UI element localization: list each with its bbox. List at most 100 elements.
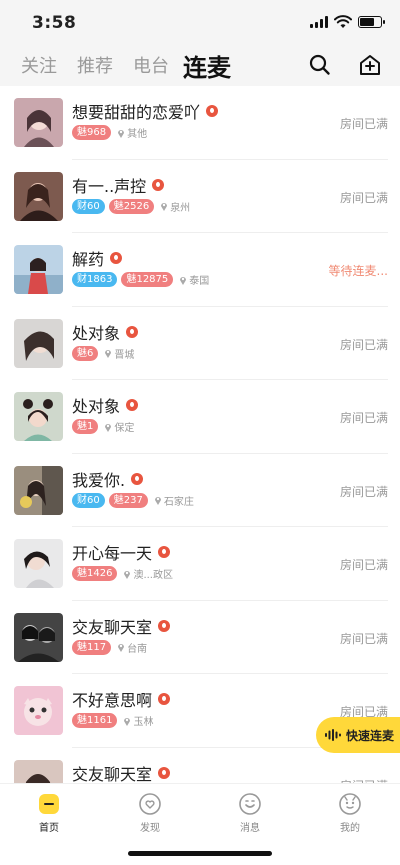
bottom-tab-messages[interactable]: 消息 <box>220 792 280 834</box>
room-name: 交友聊天室 <box>72 761 171 785</box>
location: 泰国 <box>179 272 209 287</box>
room-tags: 魅6 晋城 <box>72 345 134 361</box>
wealth-tag: 财60 <box>72 198 105 214</box>
room-tags: 财60 魅237 石家庄 <box>72 492 194 508</box>
location-pin-icon <box>154 497 161 505</box>
room-tags: 魅117 台南 <box>72 639 147 655</box>
charm-tag: 魅117 <box>72 639 112 655</box>
avatar <box>14 392 63 441</box>
battery-icon <box>358 16 385 28</box>
search-icon[interactable] <box>307 52 333 78</box>
location: 台南 <box>117 640 147 655</box>
charm-tag: 魅237 <box>108 492 148 508</box>
wealth-tag: 财1863 <box>72 272 118 287</box>
profile-icon <box>339 793 361 815</box>
room-status: 房间已满 <box>339 411 388 425</box>
room-status: 房间已满 <box>339 117 388 131</box>
bottom-tab-profile[interactable]: 我的 <box>320 792 380 834</box>
location-pin-icon <box>180 276 187 285</box>
message-icon <box>239 793 261 815</box>
signal-icon <box>310 16 328 28</box>
live-badge-icon <box>126 325 139 338</box>
room-list: 想要甜甜的恋爱吖 魅968 其他 房间已满 有一..声控 财60 魅2526 泉… <box>0 86 400 821</box>
live-badge-icon <box>158 546 171 558</box>
avatar <box>14 612 63 662</box>
room-tags: 魅1426 澳...政区 <box>72 566 173 581</box>
avatar <box>14 245 63 294</box>
charm-tag: 魅2526 <box>108 198 155 214</box>
live-badge-icon <box>158 693 171 705</box>
room-status: 等待连麦... <box>328 264 388 278</box>
live-badge-icon <box>110 252 123 264</box>
location: 石家庄 <box>154 493 194 508</box>
location: 晋城 <box>104 346 134 361</box>
avatar <box>14 539 63 588</box>
avatar <box>14 686 63 735</box>
live-badge-icon <box>152 178 165 191</box>
avatar <box>14 98 63 147</box>
room-row[interactable]: 想要甜甜的恋爱吖 魅968 其他 房间已满 <box>0 86 400 160</box>
top-nav: 关注 推荐 电台 连麦 <box>0 44 400 86</box>
room-tags: 魅1 保定 <box>72 419 134 434</box>
room-row[interactable]: 有一..声控 财60 魅2526 泉州 房间已满 <box>0 160 400 234</box>
avatar <box>14 465 63 515</box>
room-name: 解药 <box>72 246 123 270</box>
room-status: 房间已满 <box>339 631 388 646</box>
bottom-tab-home[interactable]: 首页 <box>19 792 79 834</box>
room-name: 开心每一天 <box>72 540 171 564</box>
room-row[interactable]: 处对象 魅6 晋城 房间已满 <box>0 307 400 381</box>
location-pin-icon <box>105 423 112 432</box>
location: 其他 <box>117 125 147 140</box>
quick-connect-label: 快速连麦 <box>346 728 395 743</box>
wifi-icon <box>334 15 352 28</box>
charm-tag: 魅12875 <box>121 272 174 287</box>
live-badge-icon <box>158 619 171 632</box>
location-pin-icon <box>161 203 168 211</box>
charm-tag: 魅1426 <box>72 566 118 581</box>
voice-wave-icon <box>325 729 341 741</box>
room-status: 房间已满 <box>339 190 388 205</box>
room-tags: 财1863 魅12875 泰国 <box>72 272 209 287</box>
tab-radio[interactable]: 电台 <box>133 52 169 78</box>
avatar <box>14 171 63 221</box>
tab-recommend[interactable]: 推荐 <box>77 52 113 78</box>
location: 澳...政区 <box>123 566 173 581</box>
add-room-icon[interactable] <box>357 52 383 78</box>
room-tags: 财60 魅2526 泉州 <box>72 198 190 214</box>
tab-follow[interactable]: 关注 <box>21 52 57 78</box>
location-pin-icon <box>105 350 112 358</box>
location-pin-icon <box>118 644 125 652</box>
room-row[interactable]: 处对象 魅1 保定 房间已满 <box>0 380 400 454</box>
avatar <box>14 318 63 368</box>
room-tags: 魅1161 玉林 <box>72 713 153 728</box>
room-row[interactable]: 我爱你. 财60 魅237 石家庄 房间已满 <box>0 454 400 528</box>
home-indicator <box>128 851 272 856</box>
discover-icon <box>139 793 161 815</box>
room-status: 房间已满 <box>339 484 388 499</box>
charm-tag: 魅968 <box>72 125 112 140</box>
room-name: 处对象 <box>72 393 139 417</box>
room-name: 处对象 <box>72 320 139 344</box>
live-badge-icon <box>131 472 144 485</box>
location-pin-icon <box>124 717 131 726</box>
room-row[interactable]: 交友聊天室 魅117 台南 房间已满 <box>0 601 400 675</box>
status-icons <box>310 15 385 29</box>
wealth-tag: 财60 <box>72 492 105 508</box>
room-status: 房间已满 <box>339 337 388 352</box>
room-name: 想要甜甜的恋爱吖 <box>72 99 219 123</box>
location: 玉林 <box>123 713 153 728</box>
bottom-tab-discover[interactable]: 发现 <box>120 792 180 834</box>
room-name: 有一..声控 <box>72 173 165 197</box>
room-row[interactable]: 开心每一天 魅1426 澳...政区 房间已满 <box>0 527 400 601</box>
room-name: 交友聊天室 <box>72 614 171 638</box>
room-name: 不好意思啊 <box>72 687 171 711</box>
location-pin-icon <box>124 570 131 579</box>
charm-tag: 魅6 <box>72 345 99 361</box>
tab-lianmai[interactable]: 连麦 <box>183 48 231 83</box>
location-pin-icon <box>118 129 125 138</box>
quick-connect-button[interactable]: 快速连麦 <box>316 717 400 753</box>
charm-tag: 魅1 <box>72 419 99 434</box>
live-badge-icon <box>126 399 139 411</box>
location: 泉州 <box>160 199 190 214</box>
room-row[interactable]: 解药 财1863 魅12875 泰国 等待连麦... <box>0 233 400 307</box>
